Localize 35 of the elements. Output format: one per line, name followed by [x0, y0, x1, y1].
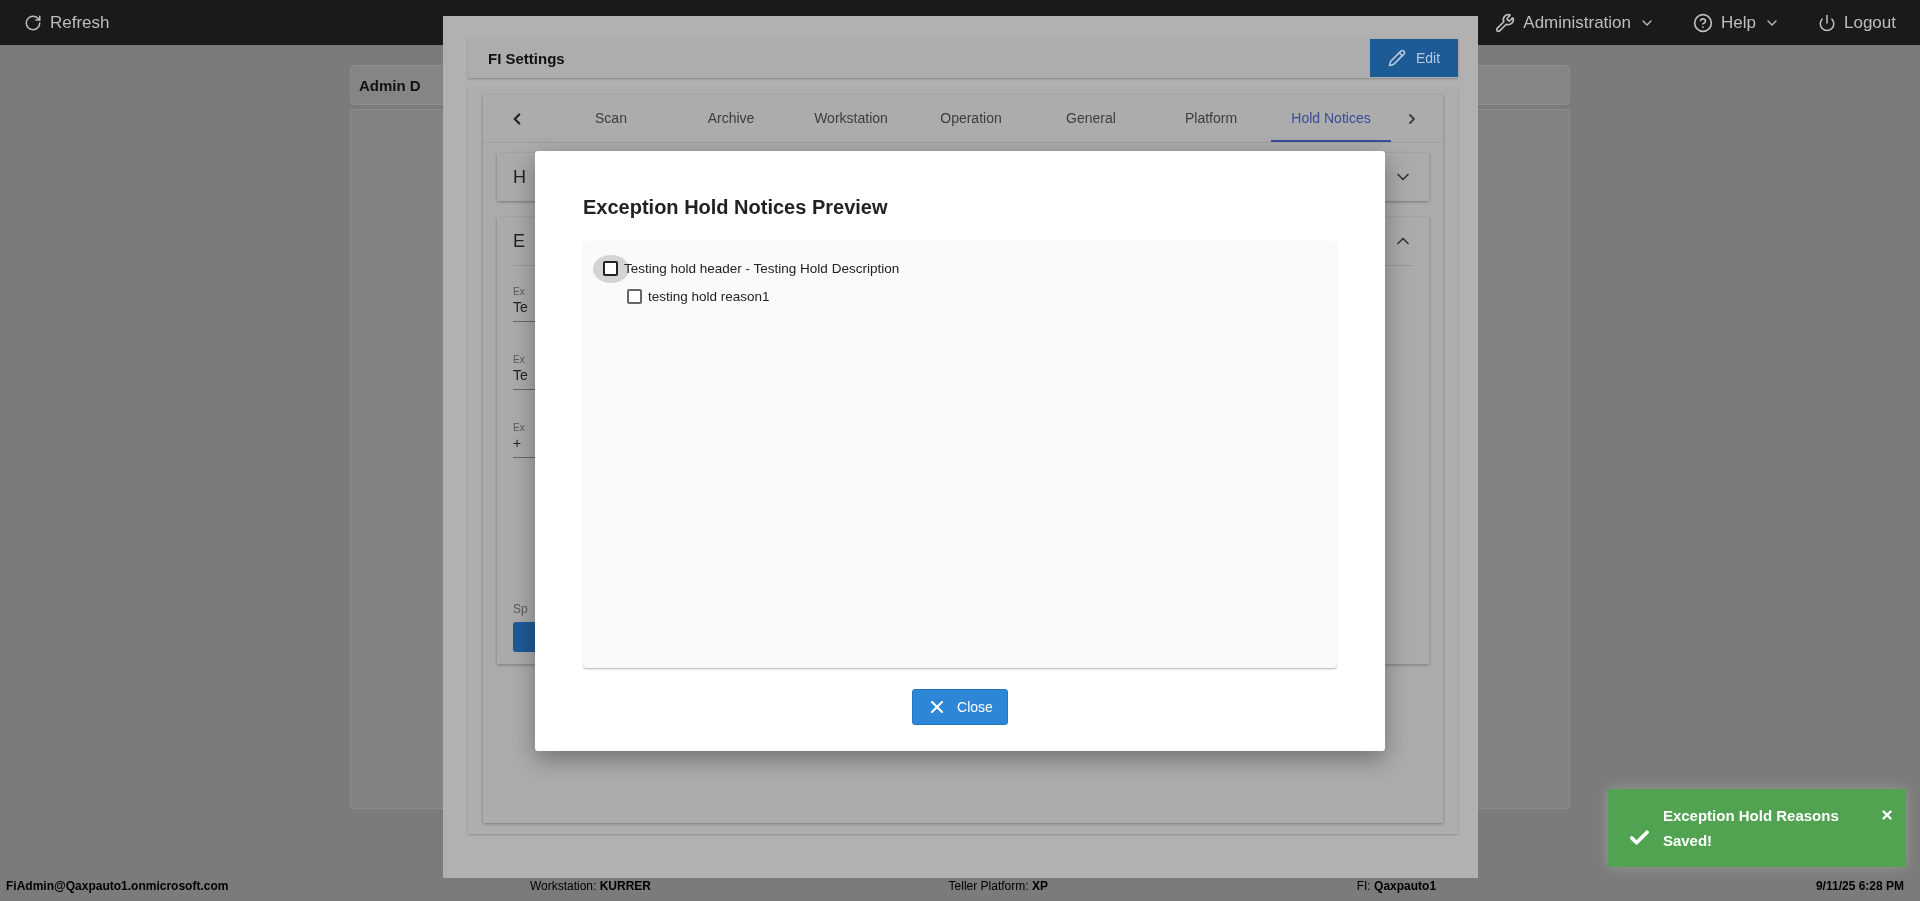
user-email: FiAdmin@Qaxpauto1.onmicrosoft.com: [6, 879, 230, 893]
tree-item[interactable]: Testing hold header - Testing Hold Description: [593, 255, 904, 282]
checkbox[interactable]: [627, 289, 642, 304]
tab[interactable]: Scan: [551, 95, 671, 142]
checkbox[interactable]: [603, 261, 618, 276]
refresh-button[interactable]: Refresh: [24, 12, 110, 33]
status-text: Workstation: KURRER: [529, 879, 653, 893]
tab[interactable]: Workstation: [791, 95, 911, 142]
toast-message: Exception Hold Reasons Saved!: [1662, 806, 1840, 851]
help-icon: [1693, 12, 1714, 33]
tab[interactable]: Hold Notices: [1271, 95, 1391, 142]
field-label: Sp: [513, 601, 529, 616]
status-text: Teller Platform: XP: [948, 879, 1049, 893]
pencil-icon: [1387, 49, 1406, 67]
status-datetime: 9/11/25 6:28 PM: [1815, 879, 1904, 893]
close-button[interactable]: Close: [912, 689, 1008, 725]
tree-item[interactable]: testing hold reason1: [617, 283, 774, 310]
modal-title: FI Settings: [488, 49, 565, 67]
dialog-title: Exception Hold Notices Preview: [583, 196, 889, 219]
accordion-title[interactable]: E: [513, 230, 525, 252]
tab[interactable]: Platform: [1151, 95, 1271, 142]
close-icon[interactable]: [1879, 807, 1894, 823]
menu-button[interactable]: Help: [1693, 12, 1780, 33]
tab[interactable]: Operation: [911, 95, 1031, 142]
menu-button[interactable]: Administration: [1495, 12, 1656, 33]
status-text: FI: Qaxpauto1: [1356, 879, 1438, 893]
edit-button[interactable]: Edit: [1370, 39, 1458, 77]
refresh-icon: [24, 13, 42, 32]
tab[interactable]: General: [1031, 95, 1151, 142]
logout-button[interactable]: Logout: [1818, 12, 1896, 33]
accordion-title[interactable]: H: [513, 166, 526, 188]
wrench-icon: [1495, 12, 1516, 33]
card-title: Admin D: [359, 76, 421, 94]
power-icon: [1818, 13, 1836, 32]
tab[interactable]: Archive: [671, 95, 791, 142]
